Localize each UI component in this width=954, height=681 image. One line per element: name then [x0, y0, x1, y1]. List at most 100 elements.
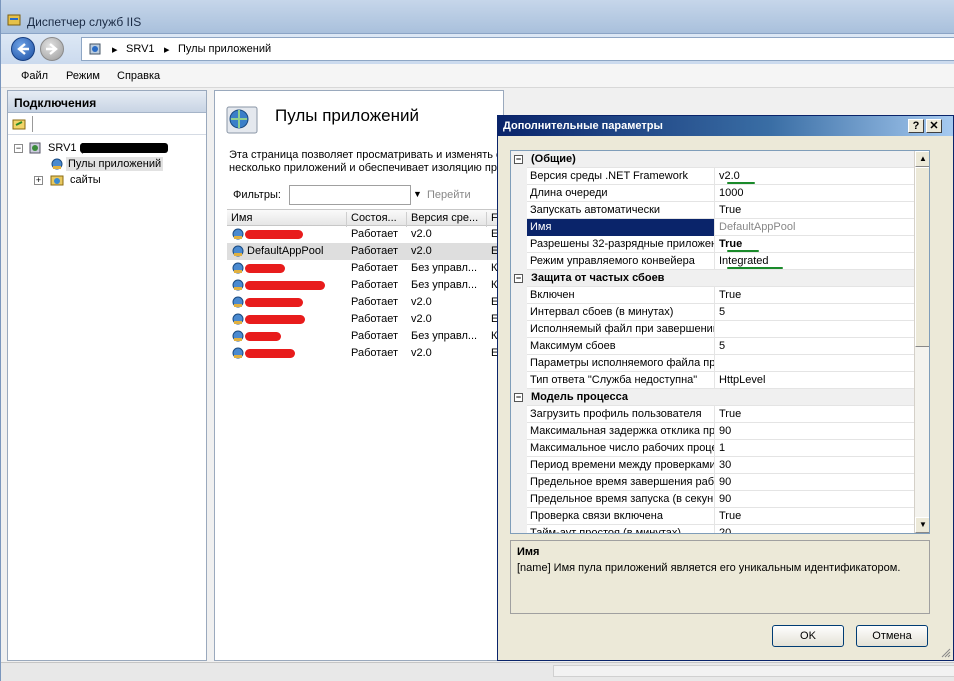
scroll-up-icon[interactable]: ▲ [915, 151, 929, 167]
property-row[interactable]: Максимум сбоев 5 [511, 338, 914, 355]
property-name: Период времени между проверками [527, 457, 715, 474]
redaction-mark [245, 298, 303, 307]
back-button[interactable] [11, 37, 35, 61]
property-row[interactable]: Тип ответа "Служба недоступна" HttpLevel [511, 372, 914, 389]
pool-version: v2.0 [411, 347, 432, 359]
property-row[interactable]: Тайм-аут простоя (в минутах) 20 [511, 525, 914, 533]
connect-icon[interactable] [12, 117, 26, 131]
column-header-version[interactable]: Версия сре... [407, 212, 487, 227]
property-category[interactable]: − Модель процесса [511, 389, 914, 406]
property-row[interactable]: Предельное время запуска (в секун 90 [511, 491, 914, 508]
table-row[interactable]: Работает Без управл... К [227, 328, 505, 345]
table-row[interactable]: Работает v2.0 Е [227, 226, 505, 243]
forward-button[interactable] [40, 37, 64, 61]
pool-status: Работает [351, 245, 399, 257]
property-value[interactable]: 5 [716, 338, 913, 355]
property-gutter [511, 287, 527, 304]
property-row[interactable]: Режим управляемого конвейера Integrated [511, 253, 914, 270]
dialog-title: Дополнительные параметры [503, 120, 663, 132]
close-button[interactable]: ✕ [926, 119, 942, 133]
resize-grip-icon[interactable] [941, 648, 951, 658]
app-pool-icon [232, 279, 244, 291]
property-value[interactable]: 1 [716, 440, 913, 457]
pool-status: Работает [351, 347, 399, 359]
menu-view[interactable]: Режим [66, 70, 100, 82]
arrow-left-icon [17, 43, 29, 55]
address-bar[interactable]: ▸ SRV1 ▸ Пулы приложений [81, 37, 954, 61]
expand-icon[interactable]: + [34, 176, 43, 185]
breadcrumb-page[interactable]: Пулы приложений [178, 43, 271, 55]
table-row[interactable]: Работает Без управл... К [227, 260, 505, 277]
property-row[interactable]: Версия среды .NET Framework v2.0 [511, 168, 914, 185]
property-row[interactable]: Запускать автоматически True [511, 202, 914, 219]
property-value[interactable] [716, 355, 913, 372]
property-category[interactable]: − Защита от частых сбоев [511, 270, 914, 287]
property-row[interactable]: Исполняемый файл при завершении [511, 321, 914, 338]
property-row[interactable]: Параметры исполняемого файла при [511, 355, 914, 372]
property-value[interactable]: 1000 [716, 185, 913, 202]
property-value[interactable]: 5 [716, 304, 913, 321]
property-row[interactable]: Максимальное число рабочих проце 1 [511, 440, 914, 457]
scroll-thumb[interactable] [915, 167, 929, 347]
property-row[interactable]: Период времени между проверками 30 [511, 457, 914, 474]
property-value[interactable]: True [716, 406, 913, 423]
property-row[interactable]: Проверка связи включена True [511, 508, 914, 525]
tree-item-label: SRV1 ( [48, 142, 84, 154]
cancel-button[interactable]: Отмена [856, 625, 928, 647]
property-row[interactable]: Предельное время завершения рабо 90 [511, 474, 914, 491]
property-value[interactable]: True [716, 508, 913, 525]
property-row[interactable]: Разрешены 32-разрядные приложен True [511, 236, 914, 253]
table-row[interactable]: Работает v2.0 Е [227, 345, 505, 362]
property-category[interactable]: − (Общие) [511, 151, 914, 168]
property-name: Версия среды .NET Framework [527, 168, 715, 185]
redaction-mark [245, 264, 285, 273]
table-row[interactable]: DefaultAppPool Работает v2.0 Е [227, 243, 505, 260]
property-value[interactable]: 90 [716, 423, 913, 440]
collapse-icon[interactable]: − [514, 155, 523, 164]
property-row[interactable]: Загрузить профиль пользователя True [511, 406, 914, 423]
horizontal-scrollbar[interactable] [553, 665, 954, 677]
breadcrumb-server[interactable]: SRV1 [126, 43, 155, 55]
category-label: Модель процесса [531, 391, 628, 403]
table-row[interactable]: Работает Без управл... К [227, 277, 505, 294]
table-row[interactable]: Работает v2.0 Е [227, 311, 505, 328]
property-value[interactable]: 90 [716, 474, 913, 491]
menu-help[interactable]: Справка [117, 70, 160, 82]
property-grid-scrollbar[interactable]: ▲ ▼ [914, 151, 929, 533]
pool-status: Работает [351, 330, 399, 342]
property-row[interactable]: Имя DefaultAppPool [511, 219, 914, 236]
page-description: Эта страница позволяет просматривать и и… [229, 149, 504, 175]
property-row[interactable]: Интервал сбоев (в минутах) 5 [511, 304, 914, 321]
table-row[interactable]: Работает v2.0 Е [227, 294, 505, 311]
menu-file[interactable]: Файл [21, 70, 48, 82]
go-button[interactable]: Перейти [427, 189, 471, 201]
property-value[interactable]: DefaultAppPool [716, 219, 913, 236]
help-button[interactable]: ? [908, 119, 924, 133]
property-row[interactable]: Длина очереди 1000 [511, 185, 914, 202]
scroll-down-icon[interactable]: ▼ [915, 517, 929, 533]
redaction-mark [245, 315, 305, 324]
property-gutter [511, 168, 527, 185]
property-name: Максимальная задержка отклика пр [527, 423, 715, 440]
column-header-status[interactable]: Состоя... [347, 212, 407, 227]
collapse-icon[interactable]: − [514, 274, 523, 283]
property-value[interactable]: HttpLevel [716, 372, 913, 389]
property-row[interactable]: Включен True [511, 287, 914, 304]
ok-button[interactable]: OK [772, 625, 844, 647]
highlight-underline [727, 267, 783, 269]
app-pool-icon [232, 347, 244, 359]
column-header-name[interactable]: Имя [227, 212, 347, 227]
filter-input[interactable] [289, 185, 411, 205]
property-value[interactable]: True [716, 287, 913, 304]
collapse-icon[interactable]: − [14, 144, 23, 153]
property-value[interactable]: 20 [716, 525, 913, 533]
collapse-icon[interactable]: − [514, 393, 523, 402]
property-value[interactable] [716, 321, 913, 338]
chevron-down-icon[interactable]: ▼ [413, 189, 422, 199]
pool-version: Без управл... [411, 262, 478, 274]
property-value[interactable]: True [716, 202, 913, 219]
property-value[interactable]: 90 [716, 491, 913, 508]
property-value[interactable]: 30 [716, 457, 913, 474]
redaction-mark [80, 143, 168, 153]
property-row[interactable]: Максимальная задержка отклика пр 90 [511, 423, 914, 440]
